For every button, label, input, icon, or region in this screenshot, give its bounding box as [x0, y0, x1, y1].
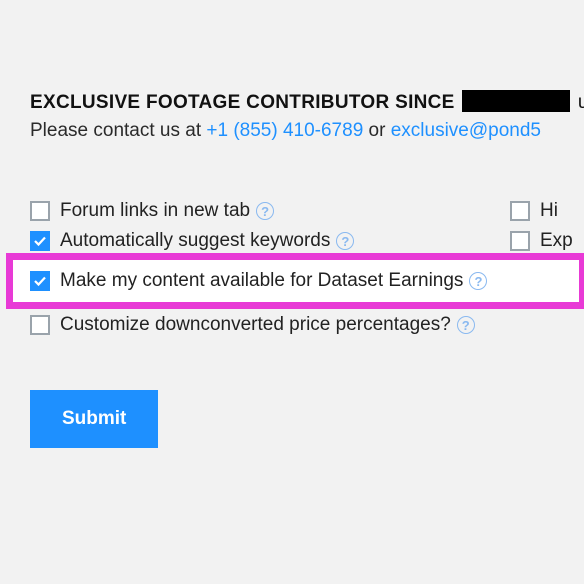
contact-prefix: Please contact us at — [30, 120, 206, 141]
checkbox-forum-links[interactable] — [30, 201, 50, 221]
label-right-1: Hi — [540, 200, 558, 222]
submit-button[interactable]: Submit — [30, 390, 158, 448]
option-row-right-1: Hi — [510, 196, 573, 226]
label-auto-keywords: Automatically suggest keywords — [60, 230, 330, 252]
redacted-date — [462, 90, 570, 112]
contact-phone-link[interactable]: +1 (855) 410-6789 — [206, 120, 363, 141]
option-row-forum-links: Forum links in new tab ? — [30, 196, 584, 226]
highlighted-option: Make my content available for Dataset Ea… — [6, 253, 584, 309]
contact-line: Please contact us at +1 (855) 410-6789 o… — [30, 120, 584, 142]
label-right-2: Exp — [540, 230, 573, 252]
right-options-column: Hi Exp — [510, 196, 573, 256]
option-row-right-2: Exp — [510, 226, 573, 256]
help-icon[interactable]: ? — [457, 316, 475, 334]
label-customize-price: Customize downconverted price percentage… — [60, 314, 451, 336]
help-icon[interactable]: ? — [256, 202, 274, 220]
contributor-header: EXCLUSIVE FOOTAGE CONTRIBUTOR SINCE unde… — [30, 90, 584, 114]
label-forum-links: Forum links in new tab — [60, 200, 250, 222]
settings-panel: EXCLUSIVE FOOTAGE CONTRIBUTOR SINCE unde… — [0, 0, 584, 448]
checkbox-right-1[interactable] — [510, 201, 530, 221]
contact-or: or — [363, 120, 390, 141]
label-dataset-earnings: Make my content available for Dataset Ea… — [60, 270, 463, 292]
option-row-auto-keywords: Automatically suggest keywords ? — [30, 226, 584, 256]
help-icon[interactable]: ? — [469, 272, 487, 290]
contact-email-link[interactable]: exclusive@pond5 — [391, 120, 541, 141]
checkbox-auto-keywords[interactable] — [30, 231, 50, 251]
checkbox-dataset-earnings[interactable] — [30, 271, 50, 291]
checkbox-customize-price[interactable] — [30, 315, 50, 335]
checkbox-right-2[interactable] — [510, 231, 530, 251]
header-prefix: EXCLUSIVE FOOTAGE CONTRIBUTOR SINCE — [30, 92, 455, 113]
option-row-customize-price: Customize downconverted price percentage… — [30, 310, 584, 340]
help-icon[interactable]: ? — [336, 232, 354, 250]
header-suffix: under — [578, 92, 584, 113]
options-group: Forum links in new tab ? Automatically s… — [30, 196, 584, 448]
